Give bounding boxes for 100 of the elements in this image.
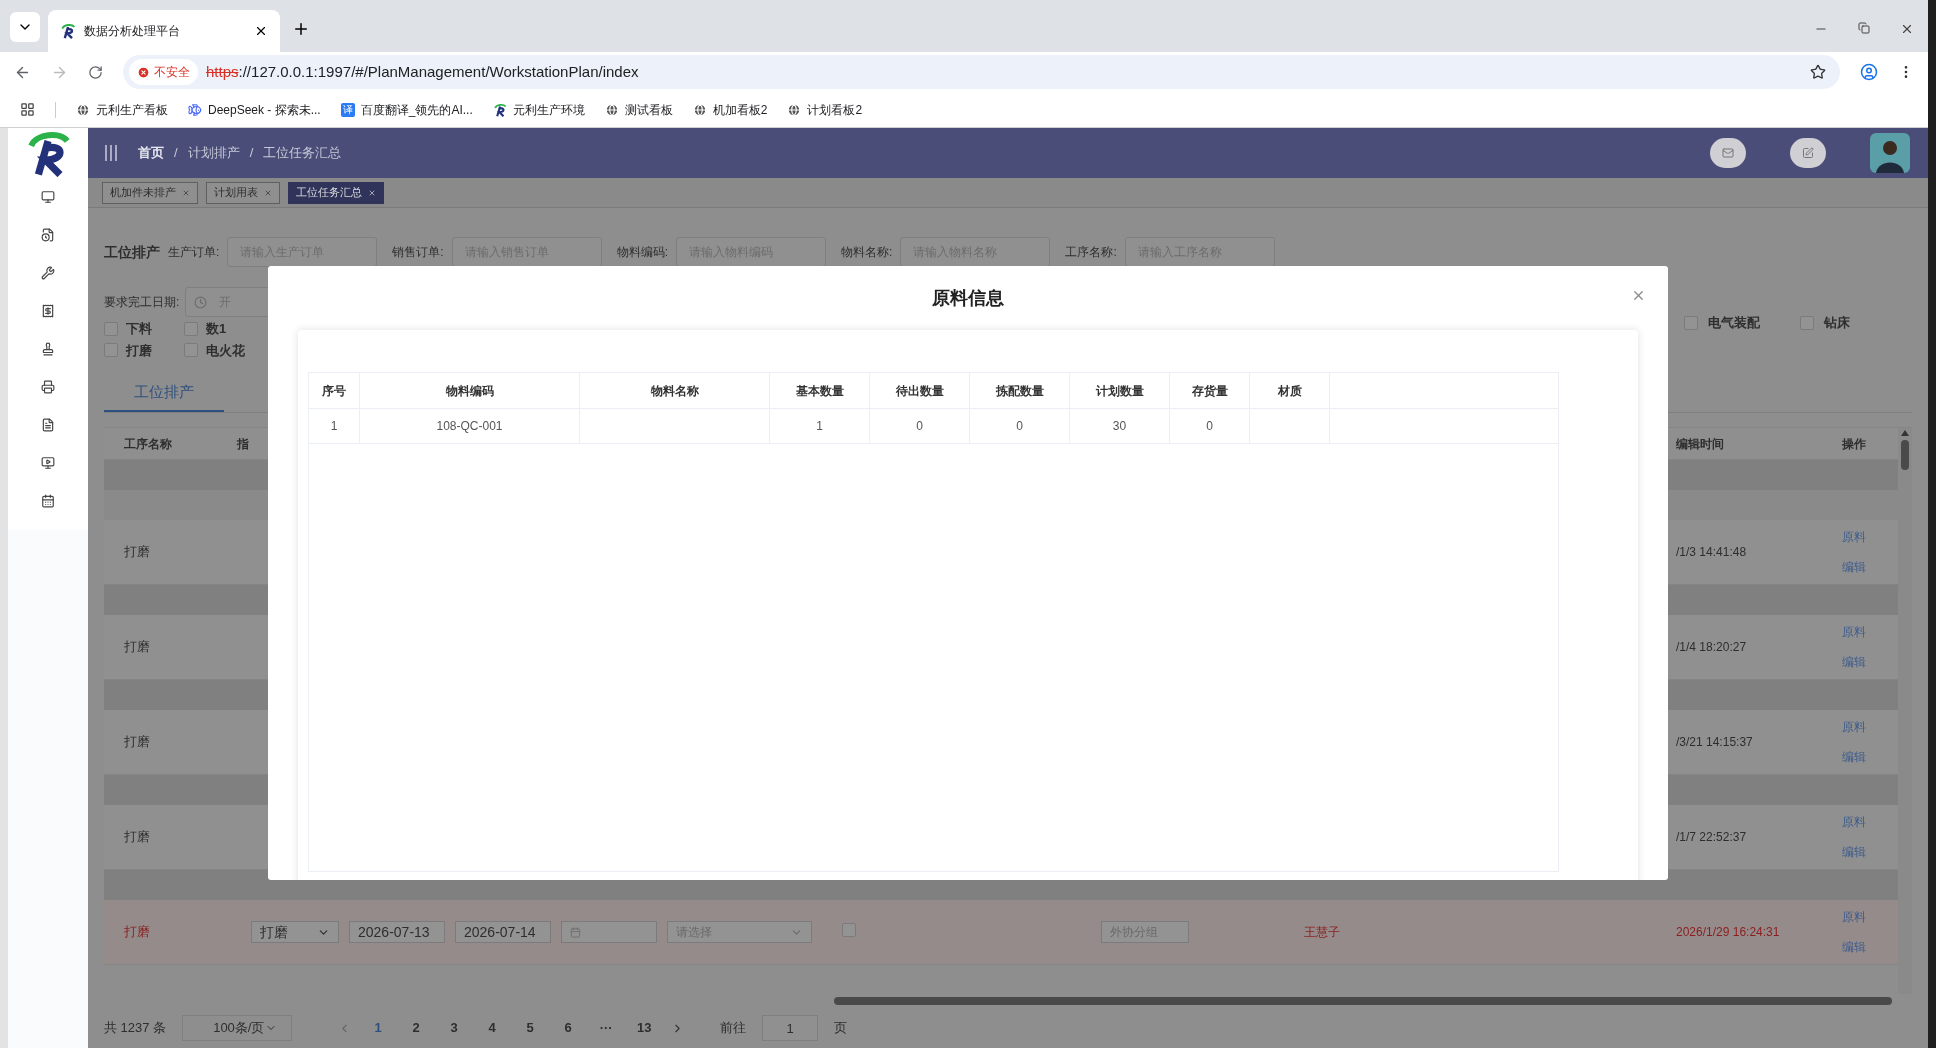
page-number[interactable]: 3: [443, 1018, 466, 1038]
checkbox-label: 下料: [126, 320, 152, 338]
bookmark[interactable]: 译 百度翻译_领先的AI...: [340, 100, 473, 119]
menu-item-icon[interactable]: [41, 342, 55, 356]
page-number[interactable]: 2: [405, 1018, 428, 1038]
checkbox[interactable]: [184, 321, 198, 336]
column-header: 工序名称: [123, 435, 173, 453]
page-input[interactable]: 1: [762, 1015, 819, 1041]
table-cell-text: 打磨: [123, 733, 151, 752]
page-tag[interactable]: 计划用表: [206, 181, 280, 204]
checkbox[interactable]: [1684, 315, 1698, 330]
column-header: 拣配数量: [970, 373, 1070, 408]
security-chip[interactable]: 不安全: [129, 59, 198, 85]
menu-item-icon[interactable]: [41, 266, 55, 280]
menu-item-icon[interactable]: [41, 494, 55, 508]
restore-icon[interactable]: [1858, 22, 1870, 34]
edit-time: /1/3 14:41:48: [1675, 544, 1748, 561]
page-number[interactable]: 6: [557, 1018, 580, 1038]
page-size-select[interactable]: 100条/页: [182, 1015, 293, 1041]
column-header: 计划数量: [1070, 373, 1170, 408]
checkbox[interactable]: [184, 343, 198, 358]
reload-icon[interactable]: [88, 64, 103, 80]
vertical-scrollbar[interactable]: [1898, 428, 1912, 994]
checkbox[interactable]: [842, 923, 856, 937]
page-number[interactable]: ···: [595, 1018, 618, 1038]
action-link[interactable]: 原料: [1842, 528, 1866, 546]
person-name: 王慧子: [1304, 924, 1340, 941]
page-number[interactable]: 1: [367, 1018, 390, 1038]
table-cell-text: 打磨: [123, 543, 151, 562]
bookmark[interactable]: 元利生产环境: [492, 100, 585, 119]
action-link[interactable]: 原料: [1842, 718, 1866, 736]
checkbox-label: 电火花: [206, 341, 245, 360]
logo-icon: [492, 102, 507, 117]
column-header: 存货量: [1170, 373, 1250, 408]
action-link[interactable]: 编辑: [1842, 748, 1866, 766]
address-bar[interactable]: 不安全 https://127.0.0.1:1997/#/PlanManagement/WorkstationPlan/index: [123, 55, 1840, 89]
bookmark[interactable]: 机加看板2: [692, 100, 768, 119]
edit-time: 2026/1/29 16:24:31: [1675, 924, 1781, 941]
bookmark[interactable]: 元利生产看板: [76, 100, 168, 119]
action-link[interactable]: 编辑: [1842, 558, 1866, 576]
process-select[interactable]: 打磨: [251, 921, 339, 943]
breadcrumb-item[interactable]: 计划排产: [187, 143, 240, 163]
tab[interactable]: 工位排产: [104, 375, 224, 412]
tab-list-button[interactable]: [10, 12, 40, 42]
goto-label: 前往: [720, 1019, 747, 1038]
menu-item-icon[interactable]: [41, 456, 55, 470]
column-header: 基本数量: [770, 373, 870, 408]
menu-item-icon[interactable]: [41, 380, 55, 394]
date-field[interactable]: [561, 921, 657, 943]
checkbox[interactable]: [104, 343, 118, 358]
menu-item-icon[interactable]: [41, 418, 55, 432]
table-cell: 0: [970, 409, 1070, 443]
date-field[interactable]: 2026-07-14: [455, 921, 551, 943]
column-header: 编辑时间: [1675, 435, 1725, 453]
action-link[interactable]: 原料: [1842, 813, 1866, 831]
field-label: 生产订单:: [168, 244, 220, 261]
translate-icon: 译: [340, 102, 355, 117]
edit-button[interactable]: [1790, 138, 1826, 168]
apps-icon[interactable]: [20, 102, 35, 117]
table-cell: 108-QC-001: [360, 409, 580, 443]
column-header: 物料编码: [360, 373, 580, 408]
browser-tab[interactable]: 数据分析处理平台: [48, 10, 280, 52]
breadcrumb-separator: /: [249, 144, 254, 163]
url-text: https://127.0.0.1:1997/#/PlanManagement/WorkstationPlan/index: [206, 61, 640, 82]
page-number[interactable]: 4: [481, 1018, 504, 1038]
action-link[interactable]: 原料: [1842, 623, 1866, 641]
page-tag[interactable]: 工位任务汇总: [288, 181, 384, 204]
mail-button[interactable]: [1710, 138, 1746, 168]
breadcrumb-item[interactable]: 首页: [138, 143, 164, 163]
table-cell-text: 打磨: [123, 923, 151, 942]
profile-icon[interactable]: [1860, 63, 1878, 81]
field-label: 物料名称:: [841, 244, 893, 261]
close-icon[interactable]: [1900, 22, 1914, 36]
close-icon[interactable]: [254, 24, 268, 38]
menu-item-icon[interactable]: [41, 304, 55, 318]
action-link[interactable]: 编辑: [1842, 843, 1866, 861]
checkbox[interactable]: [1800, 315, 1814, 330]
page-number[interactable]: 5: [519, 1018, 542, 1038]
table-cell-text: 打磨: [123, 828, 151, 847]
menu-item-icon[interactable]: [41, 228, 55, 242]
menu-item-icon[interactable]: [41, 190, 55, 204]
date-field[interactable]: 2026-07-13: [349, 921, 445, 943]
checkbox-label: 打磨: [126, 341, 152, 360]
bookmark[interactable]: 计划看板2: [787, 100, 863, 119]
bookmark[interactable]: DeepSeek - 探索未...: [188, 100, 321, 119]
table-cell: 0: [870, 409, 970, 443]
new-tab-icon[interactable]: [292, 20, 310, 38]
edit-icon: [1802, 147, 1814, 159]
avatar[interactable]: [1870, 133, 1910, 173]
globe-icon: [692, 102, 707, 117]
checkbox[interactable]: [104, 321, 118, 336]
table-cell: 1: [309, 409, 360, 443]
page-suffix: 页: [834, 1019, 848, 1038]
bookmark[interactable]: 测试看板: [604, 100, 673, 119]
star-icon[interactable]: [1810, 64, 1826, 80]
action-link[interactable]: 编辑: [1842, 653, 1866, 671]
page-tag[interactable]: 机加件未排产: [102, 181, 198, 204]
edit-time: /1/4 18:20:27: [1675, 639, 1748, 656]
clock-icon: [194, 295, 208, 309]
page-number[interactable]: 13: [633, 1018, 656, 1038]
